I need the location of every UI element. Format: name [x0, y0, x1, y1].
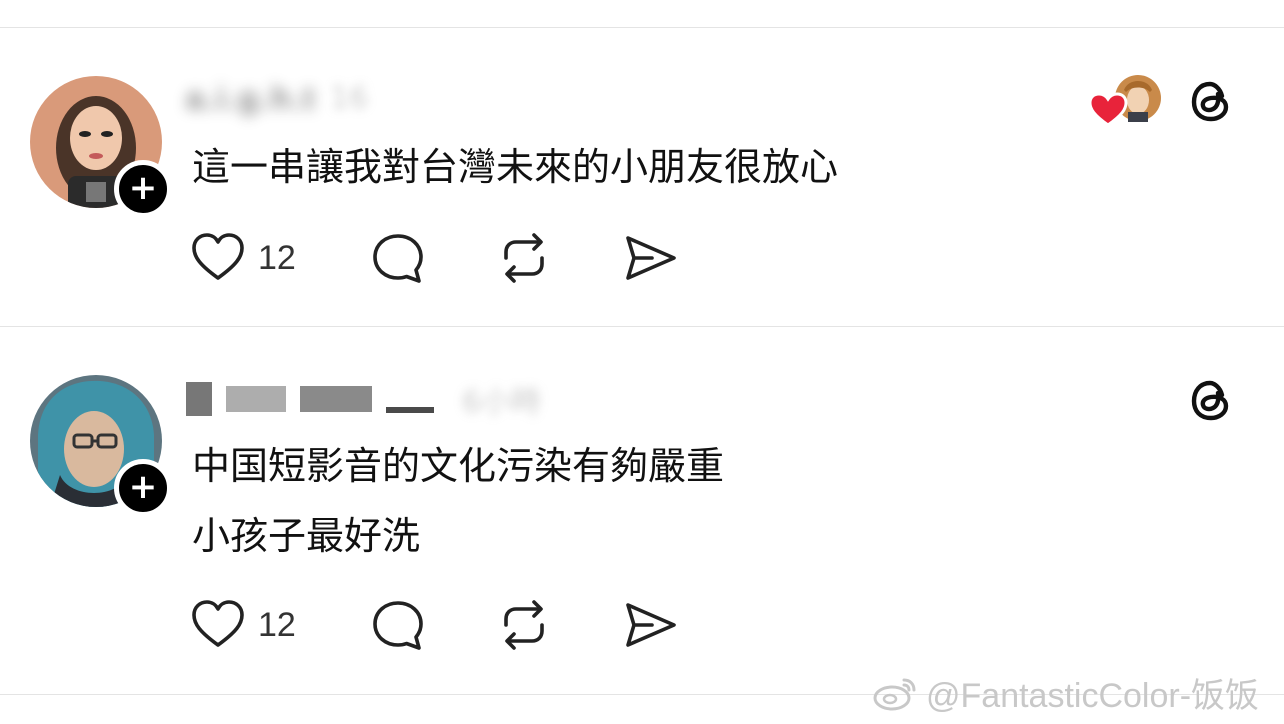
avatar-container[interactable]: + [30, 76, 172, 218]
like-button[interactable]: 12 [190, 230, 296, 286]
repost-button[interactable] [496, 230, 552, 286]
watermark: @FantasticColor-饭饭 [872, 668, 1259, 717]
username-redacted [386, 407, 434, 413]
post-text-line: 小孩子最好洗 [192, 514, 421, 558]
username[interactable]: a.i.g.h.t [186, 80, 316, 117]
avatar-container[interactable]: + [30, 375, 172, 517]
post-text: 中国短影音的文化污染有夠嚴重 小孩子最好洗 [192, 431, 724, 571]
action-bar: 12 [190, 597, 690, 653]
like-button[interactable]: 12 [190, 597, 296, 653]
weibo-logo-icon [873, 678, 916, 710]
action-bar: 12 [190, 230, 690, 286]
post-meta: 6小時 [186, 381, 541, 420]
watermark-text: @FantasticColor-饭饭 [926, 677, 1260, 715]
threads-logo-icon[interactable] [1186, 375, 1236, 425]
liker-avatars[interactable] [1088, 74, 1164, 127]
heart-outline-icon [192, 600, 244, 647]
like-count: 12 [258, 238, 296, 277]
plus-icon: + [128, 167, 158, 208]
share-button[interactable] [622, 597, 678, 653]
post-text: 這一串讓我對台灣未來的小朋友很放心 [192, 132, 838, 202]
reply-button[interactable] [370, 230, 426, 286]
username-redacted [226, 386, 286, 412]
reply-button[interactable] [370, 597, 426, 653]
repost-button[interactable] [496, 597, 552, 653]
username-redacted [300, 386, 372, 412]
thread-post-1: + a.i.g.h.t 16 這一串讓我對台灣未來的小朋友很放心 12 [0, 0, 1284, 326]
threads-logo-icon[interactable] [1186, 76, 1236, 126]
paper-plane-icon [626, 603, 676, 647]
repost-arrows-icon [504, 600, 544, 650]
follow-button[interactable]: + [114, 160, 172, 218]
paper-plane-icon [626, 236, 676, 280]
repost-arrows-icon [504, 233, 544, 283]
speech-bubble-icon [373, 601, 423, 650]
post-text-line: 中国短影音的文化污染有夠嚴重 [192, 444, 725, 488]
heart-outline-icon [192, 233, 244, 280]
post-meta: a.i.g.h.t 16 [186, 80, 368, 116]
speech-bubble-icon [373, 234, 423, 283]
username-redacted [186, 382, 212, 416]
post-time: 16 [330, 80, 369, 116]
post-time: 6小時 [462, 385, 542, 420]
like-count: 12 [258, 605, 296, 644]
post-text-line: 這一串讓我對台灣未來的小朋友很放心 [192, 145, 839, 189]
thread-post-2: + 6小時 中国短影音的文化污染有夠嚴重 小孩子最好洗 12 [0, 327, 1284, 694]
follow-button[interactable]: + [114, 459, 172, 517]
share-button[interactable] [622, 230, 678, 286]
plus-icon: + [128, 466, 158, 507]
heart-filled-icon [1088, 92, 1128, 127]
